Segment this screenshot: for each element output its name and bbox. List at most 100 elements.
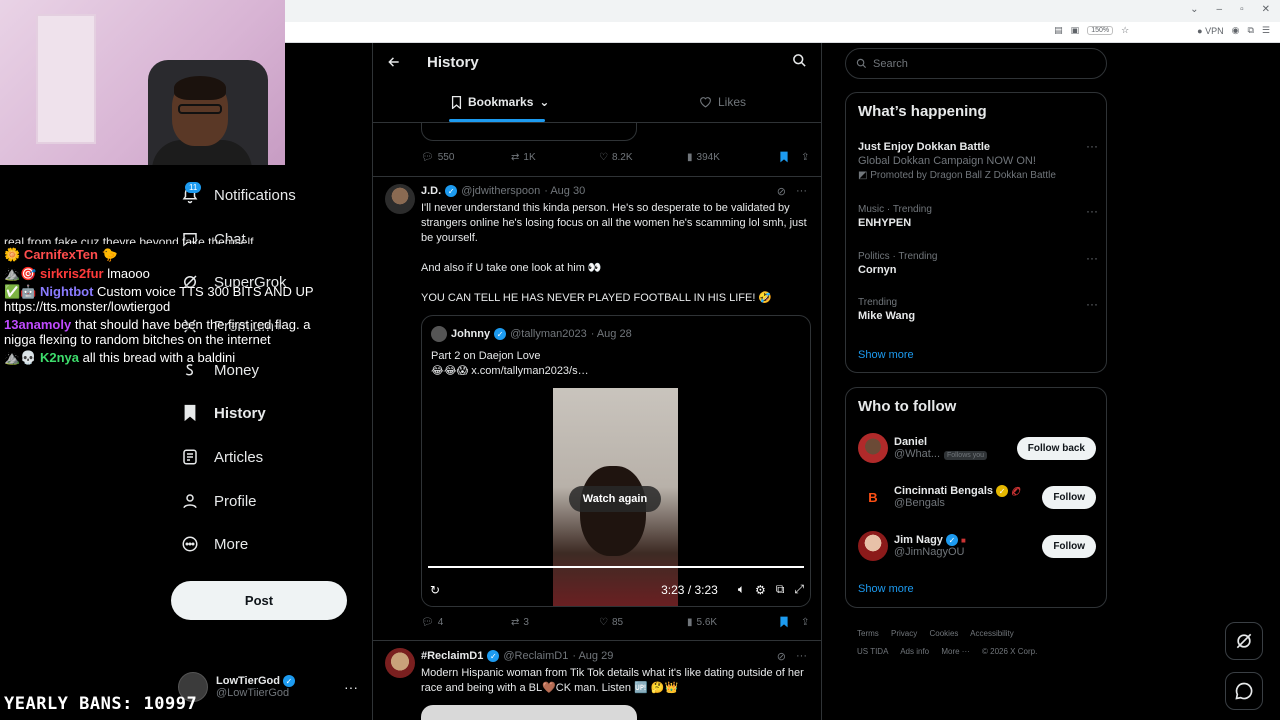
follow-button[interactable]: Follow [1042,534,1096,558]
promoted-row: ◩ Promoted by Dragon Ball Z Dokkan Battl… [858,170,1098,181]
trend-item[interactable]: Just Enjoy Dokkan Battle Global Dokkan C… [858,139,1098,181]
more-options-icon[interactable]: ··· [796,650,807,663]
star-icon[interactable]: ☆ [1121,25,1129,36]
reply-icon: 💬︎ [421,616,434,628]
search-input[interactable]: Search [845,48,1107,79]
media-thumbnail[interactable] [421,705,637,720]
settings-icon[interactable]: ⚙ [755,583,766,597]
author-name[interactable]: J.D. [421,185,441,197]
quote-line: Part 2 on Daejon Love [431,350,541,362]
author-name[interactable]: #ReclaimD1 [421,650,483,662]
vpn-badge[interactable]: ● VPN [1197,26,1223,36]
video-player[interactable]: Watch again ↻ 3:23 / 3:23 🔈︎ ⚙ ⧉ ⤢ [422,388,810,606]
avatar[interactable] [385,184,415,214]
bookmark-button[interactable] [779,151,789,163]
chat-username: Nightbot [40,284,94,300]
views-button[interactable]: ▮ 394K [687,152,779,163]
account-icon[interactable]: ◉ [1232,25,1240,36]
tab-likes[interactable]: Likes [699,95,746,109]
more-options-icon[interactable]: ··· [1086,139,1098,153]
tweet-date[interactable]: · Aug 29 [572,650,613,662]
repost-button[interactable]: ⇄ 1K [511,152,599,163]
nav-articles[interactable]: Articles [180,447,263,467]
back-arrow-icon[interactable] [387,55,401,74]
more-options-icon[interactable]: ··· [796,185,807,198]
follow-suggestion[interactable]: Jim Nagy ✓ ■ @JimNagyOU Follow [858,529,1096,563]
share-icon[interactable]: ⇪ [801,617,809,628]
nav-more[interactable]: More [180,534,248,554]
follow-suggestion[interactable]: B Cincinnati Bengals ✓ 🏈︎ @Bengals Follo… [858,480,1096,514]
share-icon[interactable]: ⇪ [801,152,809,163]
restore-icon[interactable]: ▫ [1240,4,1244,15]
pip-icon[interactable]: ⧉ [776,582,785,597]
author-handle[interactable]: @ReclaimD1 [503,650,568,662]
post-button[interactable]: Post [171,581,347,620]
follow-button[interactable]: Follow [1042,485,1096,509]
trend-item[interactable]: Trending Mike Wang ··· [858,297,1098,322]
footer-link[interactable]: Cookies [929,629,958,638]
trend-item[interactable]: Politics · Trending Cornyn ··· [858,251,1098,276]
fullscreen-icon[interactable]: ⤢ [794,582,804,597]
like-count: 85 [611,616,624,628]
follow-suggestion[interactable]: Daniel @What... Follows you Follow back [858,431,1096,465]
tweet-tools: ⊘ ··· [777,185,807,198]
like-button[interactable]: ♡ 8.2K [599,152,687,163]
view-count: 5.6K [696,616,718,628]
tab-bookmarks[interactable]: Bookmarks ⌄ [451,95,549,109]
screenshot-icon[interactable]: ▣ [1071,25,1080,36]
suggestion-name: Jim Nagy [894,533,943,546]
footer-link[interactable]: US TIDA [857,647,888,656]
repost-count: 1K [523,151,536,163]
footer-link[interactable]: Privacy [891,629,917,638]
bookmark-button[interactable] [779,616,789,628]
reply-count: 4 [437,616,444,628]
more-options-icon[interactable]: ··· [1086,251,1098,265]
account-menu-icon[interactable]: ··· [344,679,358,695]
grok-button[interactable] [1225,622,1263,660]
watch-again-button[interactable]: Watch again [569,486,661,512]
nav-history[interactable]: History [180,403,266,423]
close-icon[interactable]: ✕ [1262,4,1270,15]
show-more-link[interactable]: Show more [858,349,914,361]
footer-link[interactable]: Accessibility [970,629,1014,638]
repost-button[interactable]: ⇄ 3 [511,617,599,628]
messages-button[interactable] [1225,672,1263,710]
video-progress-bar[interactable] [428,566,804,568]
avatar[interactable] [385,648,415,678]
tweet-date[interactable]: · Aug 30 [544,185,585,197]
account-switcher[interactable]: LowTierGod ✓ @LowTiierGod ··· [178,670,358,704]
like-button[interactable]: ♡ 85 [599,617,687,628]
footer-link[interactable]: Ads info [900,647,929,656]
zoom-level[interactable]: 150% [1087,26,1114,35]
more-options-icon[interactable]: ··· [1086,297,1098,311]
menu-icon[interactable]: ☰ [1262,25,1270,36]
more-options-icon[interactable]: ··· [1086,204,1098,218]
search-icon[interactable] [792,53,807,73]
footer-link[interactable]: More ··· [941,647,969,656]
suggestion-name: Daniel [894,436,928,448]
show-more-link[interactable]: Show more [858,583,914,595]
trend-item[interactable]: Music · Trending ENHYPEN ··· [858,204,1098,229]
grok-icon[interactable]: ⊘ [777,650,786,663]
nav-profile[interactable]: Profile [180,491,257,511]
author-handle[interactable]: @jdwitherspoon [461,185,540,197]
browser-tab-strip: ⌄ – ▫ ✕ [285,0,1280,22]
reply-button[interactable]: 💬︎ 550 [421,152,511,163]
quote-link[interactable]: 😂😂😱 x.com/tallyman2023/s… [431,364,589,379]
volume-icon[interactable]: 🔈︎ [738,582,745,597]
nav-label: Profile [214,492,257,510]
quoted-tweet[interactable]: Johnny ✓ @tallyman2023 · Aug 28 Part 2 o… [421,315,811,607]
page-title: History [427,54,479,71]
views-button[interactable]: ▮ 5.6K [687,617,779,628]
replay-icon[interactable]: ↻ [430,583,440,597]
chevron-down-icon[interactable]: ⌄ [1190,4,1198,15]
reader-icon[interactable]: ▤ [1054,25,1063,36]
grok-icon[interactable]: ⊘ [777,185,786,198]
vpn-label: VPN [1205,25,1224,36]
minimize-icon[interactable]: – [1217,4,1223,15]
reply-button[interactable]: 💬︎ 4 [421,617,511,628]
footer-link[interactable]: Terms [857,629,879,638]
follow-back-button[interactable]: Follow back [1016,436,1096,460]
extensions-icon[interactable]: ⧉ [1247,25,1253,36]
window-controls: ⌄ – ▫ ✕ [1190,4,1270,15]
